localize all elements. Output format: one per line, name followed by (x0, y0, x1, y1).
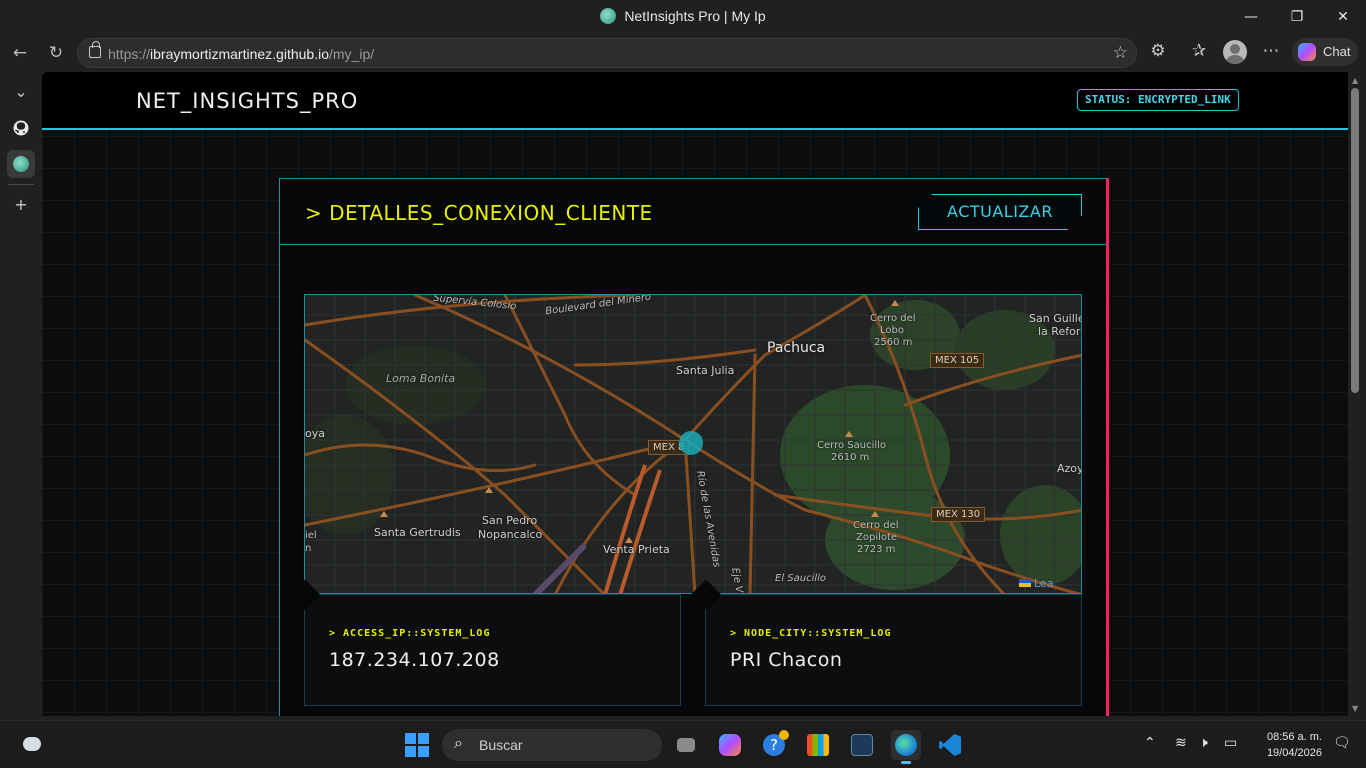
start-button[interactable] (405, 733, 429, 757)
weather-widget-icon[interactable] (21, 733, 45, 755)
window-title: NetInsights Pro | My Ip (0, 8, 1366, 24)
map-label-san-guille: San Guille (1029, 312, 1082, 325)
restore-button[interactable]: ❐ (1274, 4, 1320, 30)
copilot-chat-button[interactable]: Chat (1292, 38, 1358, 66)
map-label-cerro-lobo: Cerro del (870, 313, 916, 324)
map-label-el-saucillo: El Saucillo (775, 573, 827, 584)
map-label-la-reforma: la Refor (1038, 325, 1081, 338)
map-label-oya: oya (305, 427, 325, 440)
address-bar[interactable]: https://ibraymortizmartinez.github.io/my… (77, 38, 1137, 68)
panel-title: > DETALLES_CONEXION_CLIENTE (305, 201, 653, 225)
map-label-nopancalco: Nopancalco (478, 528, 543, 541)
site-header: NET_INSIGHTS_PRO STATUS: ENCRYPTED_LINK (42, 72, 1348, 130)
map-label-azoy: Azoy (1057, 462, 1082, 475)
location-map[interactable]: Pachuca Santa Julia Loma Bonita oya Cerr… (304, 294, 1082, 594)
location-marker[interactable] (679, 431, 703, 455)
github-icon[interactable] (7, 114, 35, 142)
page-viewport: NET_INSIGHTS_PRO STATUS: ENCRYPTED_LINK … (42, 72, 1348, 716)
site-brand[interactable]: NET_INSIGHTS_PRO (136, 89, 358, 113)
store-app-icon[interactable] (803, 730, 833, 760)
map-label-santa-gertrudis: Santa Gertrudis (374, 526, 461, 539)
back-button[interactable]: ← (8, 42, 32, 64)
map-label-san-pedro: San Pedro (482, 514, 538, 527)
map-label-cerro-saucillo-alt: 2610 m (831, 452, 870, 463)
map-label-loma-bonita: Loma Bonita (386, 372, 456, 385)
map-label-cerro-lobo-name: Lobo (880, 325, 904, 336)
profile-avatar[interactable] (1223, 40, 1247, 64)
scroll-down-icon[interactable]: ▼ (1352, 704, 1358, 713)
reload-button[interactable]: ↻ (44, 42, 68, 64)
window-title-text: NetInsights Pro | My Ip (624, 8, 766, 24)
connection-details-panel: > DETALLES_CONEXION_CLIENTE ACTUALIZAR P… (279, 178, 1109, 716)
volume-muted-icon[interactable]: 🕨 (1199, 735, 1208, 751)
access-ip-label: > ACCESS_IP::SYSTEM_LOG (329, 628, 491, 639)
search-placeholder: Buscar (479, 737, 523, 753)
windows-taskbar: ⌕ Buscar ? ⌃ ≋ 🕨 ▭ 08:56 a. m. 19/04/202… (0, 720, 1366, 768)
browser-sidebar: ⌄ + (0, 72, 42, 720)
flag-icon (1019, 579, 1031, 587)
access-ip-value: 187.234.107.208 (329, 649, 500, 671)
vscode-app-icon[interactable] (935, 730, 965, 760)
map-label-cerro-saucillo: Cerro Saucillo (817, 440, 887, 451)
map-label-cerro-zopilote-name: Zopilote (856, 532, 898, 543)
panel-header: > DETALLES_CONEXION_CLIENTE ACTUALIZAR (280, 179, 1107, 245)
search-icon: ⌕ (454, 735, 463, 752)
favorite-star-icon[interactable]: ☆ (1113, 43, 1128, 63)
wifi-icon[interactable]: ≋ (1175, 735, 1187, 751)
mysql-workbench-icon[interactable] (847, 730, 877, 760)
map-label-cerro-lobo-alt: 2560 m (874, 337, 913, 348)
status-badge: STATUS: ENCRYPTED_LINK (1077, 89, 1239, 111)
clock-date: 19/04/2026 (1266, 747, 1322, 759)
node-city-label: > NODE_CITY::SYSTEM_LOG (730, 628, 892, 639)
minimize-button[interactable]: — (1228, 4, 1274, 30)
map-label-iel: iel (305, 530, 317, 541)
edge-app-icon[interactable] (891, 730, 921, 764)
highway-shield-mex130: MEX 130 (931, 507, 986, 522)
close-window-button[interactable]: ✕ (1320, 4, 1366, 30)
help-app-icon[interactable]: ? (759, 730, 789, 760)
tray-chevron-icon[interactable]: ⌃ (1144, 735, 1156, 751)
netinsights-tab-icon[interactable] (7, 150, 35, 178)
lock-icon (89, 41, 101, 58)
map-label-venta-prieta: Venta Prieta (603, 543, 670, 556)
extensions-icon[interactable]: ⚙ (1146, 41, 1170, 61)
active-indicator (901, 761, 911, 764)
map-label-n: n (305, 543, 312, 554)
clock-time: 08:56 a. m. (1266, 731, 1322, 743)
chat-label: Chat (1323, 44, 1351, 59)
map-label-pachuca: Pachuca (767, 340, 826, 356)
access-ip-card: > ACCESS_IP::SYSTEM_LOG 187.234.107.208 (289, 579, 681, 706)
node-city-card: > NODE_CITY::SYSTEM_LOG PRI Chacon (690, 579, 1082, 706)
scrollbar-thumb[interactable] (1351, 88, 1359, 393)
site-favicon-icon (600, 8, 617, 24)
chevron-down-icon[interactable]: ⌄ (7, 78, 35, 106)
battery-icon[interactable]: ▭ (1224, 735, 1237, 751)
map-label-santa-julia: Santa Julia (676, 364, 735, 377)
refresh-button[interactable]: ACTUALIZAR (918, 194, 1082, 230)
notification-icon[interactable]: 🗨 (1333, 735, 1351, 751)
taskbar-search[interactable]: ⌕ Buscar (442, 729, 662, 761)
map-label-cerro-zopilote-alt: 2723 m (857, 544, 896, 555)
highway-shield-mex105: MEX 105 (930, 353, 985, 368)
favorites-icon[interactable]: ✰ (1187, 41, 1211, 61)
sidebar-divider (8, 184, 34, 185)
add-icon[interactable]: + (7, 191, 35, 219)
copilot-icon (1298, 43, 1316, 61)
address-url: https://ibraymortizmartinez.github.io/my… (108, 46, 375, 62)
map-label-cerro-zopilote: Cerro del (853, 520, 899, 531)
more-options-icon[interactable]: ⋯ (1259, 41, 1283, 61)
node-city-value: PRI Chacon (730, 649, 843, 671)
scroll-up-icon[interactable]: ▲ (1352, 76, 1358, 85)
copilot-app-icon[interactable] (715, 730, 745, 760)
window-titlebar: NetInsights Pro | My Ip — ❐ ✕ (0, 0, 1366, 34)
map-attribution[interactable]: Lea (1019, 577, 1053, 590)
taskbar-clock[interactable]: 08:56 a. m. 19/04/2026 (1252, 729, 1322, 761)
task-view-icon[interactable] (671, 730, 701, 760)
